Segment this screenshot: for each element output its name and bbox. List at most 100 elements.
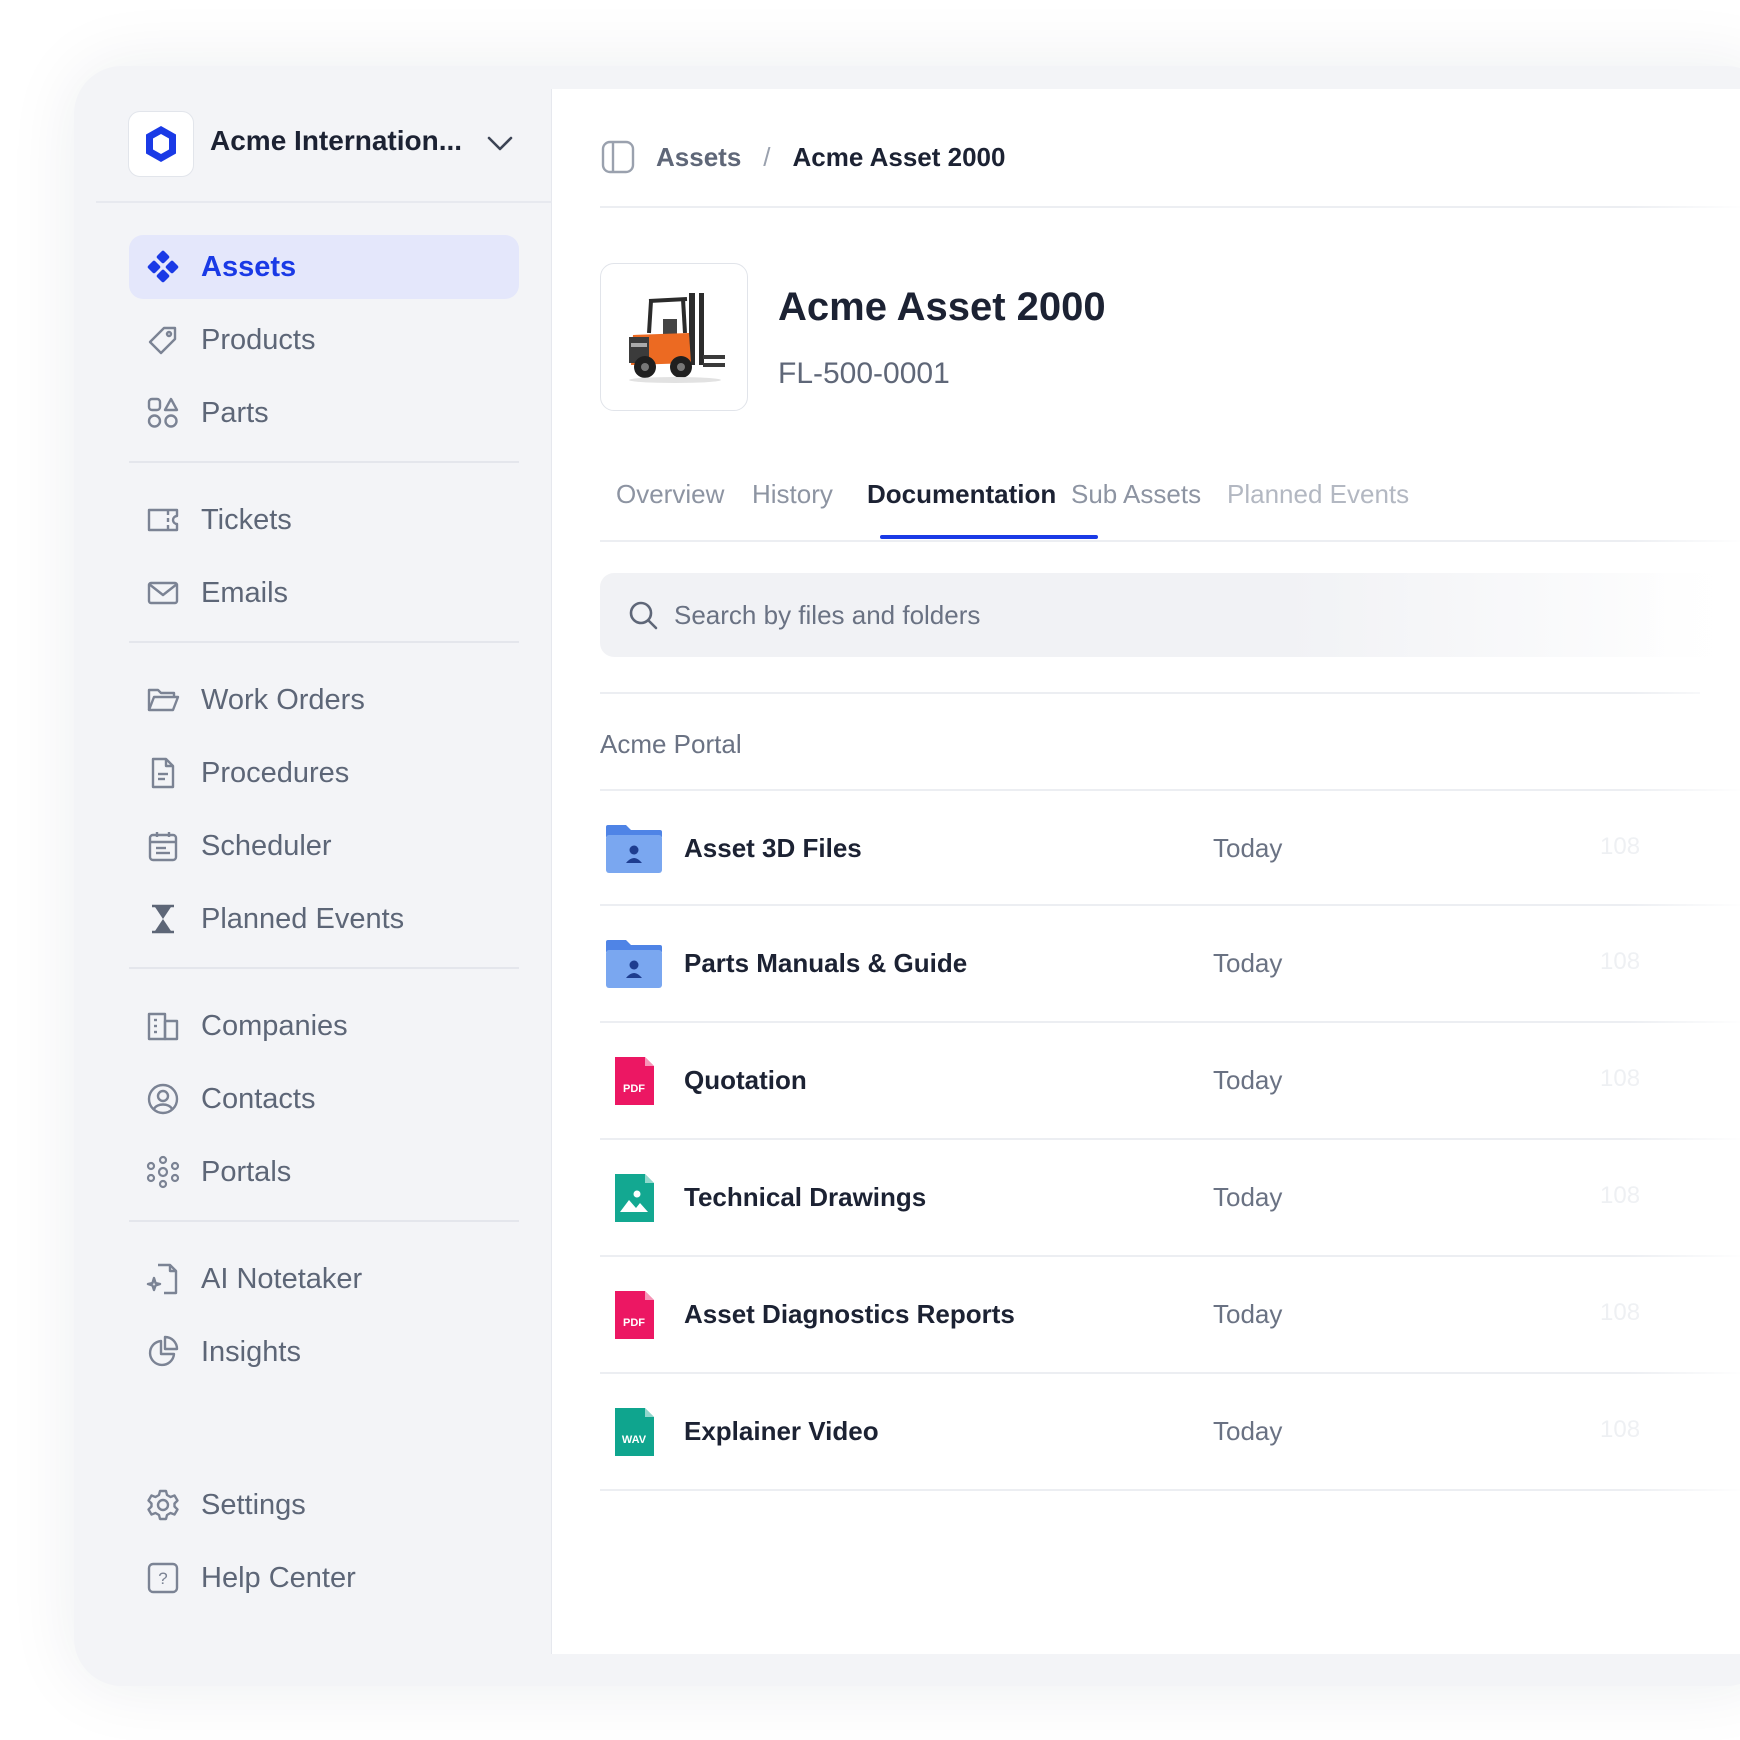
mail-icon [146,576,180,610]
sidebar-item-contacts[interactable]: Contacts [129,1067,519,1131]
file-list: Asset 3D Files Today 108 Parts Manuals &… [600,789,1740,1491]
pdf-file-icon: PDF [604,1055,664,1107]
sidebar-divider [129,1220,519,1222]
asset-image [600,263,748,411]
file-date: Today [1213,1182,1283,1212]
file-size: 108 [1600,833,1641,860]
sidebar-item-label: Help Center [201,1562,356,1594]
file-size: 108 [1600,1182,1641,1209]
sidebar-item-products[interactable]: Products [129,308,519,372]
sidebar-item-scheduler[interactable]: Scheduler [129,814,519,878]
main-content: Assets / Acme Asset 2000 Acme Asset 2000… [552,89,1740,1654]
pie-chart-icon [146,1335,180,1369]
sidebar-item-ai-notetaker[interactable]: AI Notetaker [129,1247,519,1311]
help-icon: ? [146,1561,180,1595]
sidebar-item-help-center[interactable]: ? Help Center [129,1546,519,1610]
tag-icon [146,323,180,357]
assets-icon [146,250,180,284]
sidebar-item-procedures[interactable]: Procedures [129,741,519,805]
sidebar-item-label: Scheduler [201,830,332,862]
sidebar-item-work-orders[interactable]: Work Orders [129,668,519,732]
ticket-icon [146,503,180,537]
file-name[interactable]: Asset Diagnostics Reports [684,1299,1015,1330]
sidebar-item-label: AI Notetaker [201,1263,363,1295]
search-input[interactable] [674,593,1374,637]
sidebar-item-parts[interactable]: Parts [129,381,519,445]
sidebar-item-planned-events[interactable]: Planned Events [129,887,519,951]
gear-icon [146,1488,180,1522]
file-date: Today [1213,1299,1283,1329]
file-date: Today [1213,833,1283,863]
shapes-icon [146,396,180,430]
header-divider [600,206,1740,208]
file-search [600,573,1740,657]
forklift-image [629,293,725,383]
sidebar-item-label: Procedures [201,757,350,789]
sidebar-item-label: Settings [201,1489,306,1521]
ai-note-icon [146,1262,180,1296]
file-row[interactable]: WAV Explainer Video Today 108 [600,1374,1740,1491]
sidebar-item-label: Planned Events [201,903,405,935]
user-circle-icon [146,1082,180,1116]
breadcrumb-separator: / [763,141,771,172]
file-date: Today [1213,1416,1283,1446]
file-name[interactable]: Asset 3D Files [684,833,862,864]
sidebar-item-label: Insights [201,1336,301,1368]
sidebar-item-insights[interactable]: Insights [129,1320,519,1384]
sidebar-nav-bottom: Settings? Help Center [129,1473,519,1619]
sidebar-item-label: Work Orders [201,684,365,716]
org-name: Acme Internation... [210,125,463,156]
file-date: Today [1213,948,1283,978]
tab-overview[interactable]: Overview [616,479,724,510]
svg-text:PDF: PDF [623,1317,645,1329]
sidebar: Acme Internation... Assets Products Parts T… [96,89,552,1654]
sidebar-item-assets[interactable]: Assets [129,235,519,299]
file-row[interactable]: PDF Asset Diagnostics Reports Today 108 [600,1257,1740,1374]
sidebar-item-tickets[interactable]: Tickets [129,488,519,552]
wav-file-icon: WAV [604,1406,664,1458]
tab-sub-assets[interactable]: Sub Assets [1071,479,1201,510]
folder-icon [604,823,664,875]
document-icon [146,756,180,790]
file-row[interactable]: Asset 3D Files Today 108 [600,789,1740,906]
tab-documentation[interactable]: Documentation [867,479,1056,510]
svg-text:WAV: WAV [622,1434,647,1446]
svg-text:PDF: PDF [623,1083,645,1095]
file-name[interactable]: Quotation [684,1065,807,1096]
sidebar-item-emails[interactable]: Emails [129,561,519,625]
sidebar-item-portals[interactable]: Portals [129,1140,519,1204]
sidebar-item-label: Assets [201,251,297,283]
pdf-file-icon: PDF [604,1289,664,1341]
sidebar-item-companies[interactable]: Companies [129,994,519,1058]
file-row[interactable]: PDF Quotation Today 108 [600,1023,1740,1140]
sidebar-item-label: Portals [201,1156,292,1188]
sidebar-item-label: Parts [201,397,269,429]
file-row[interactable]: Parts Manuals & Guide Today 108 [600,906,1740,1023]
file-name[interactable]: Explainer Video [684,1416,879,1447]
sidebar-item-label: Tickets [201,504,292,536]
asset-code: FL-500-0001 [778,357,950,390]
tab-planned-events[interactable]: Planned Events [1227,479,1409,510]
breadcrumb-current: Acme Asset 2000 [792,141,1006,172]
file-size: 108 [1600,948,1641,975]
file-row[interactable]: Technical Drawings Today 108 [600,1140,1740,1257]
tab-history[interactable]: History [752,479,833,510]
folder-icon [604,938,664,990]
building-icon [146,1009,180,1043]
hourglass-icon [146,902,180,936]
sidebar-item-label: Contacts [201,1083,316,1115]
chevron-down-icon[interactable] [484,127,516,159]
org-switcher[interactable]: Acme Internation... [96,89,552,203]
sidebar-divider [129,641,519,643]
folder-open-icon [146,683,180,717]
file-name[interactable]: Technical Drawings [684,1182,926,1213]
search-divider [600,692,1700,694]
breadcrumb: Assets / Acme Asset 2000 [600,137,1005,177]
network-icon [146,1155,180,1189]
asset-tabs: Overview History Documentation Sub Asset… [600,461,1740,541]
sidebar-item-settings[interactable]: Settings [129,1473,519,1537]
sidebar-toggle-icon[interactable] [600,139,636,175]
breadcrumb-parent[interactable]: Assets [656,142,741,173]
calendar-icon [146,829,180,863]
file-name[interactable]: Parts Manuals & Guide [684,948,967,979]
